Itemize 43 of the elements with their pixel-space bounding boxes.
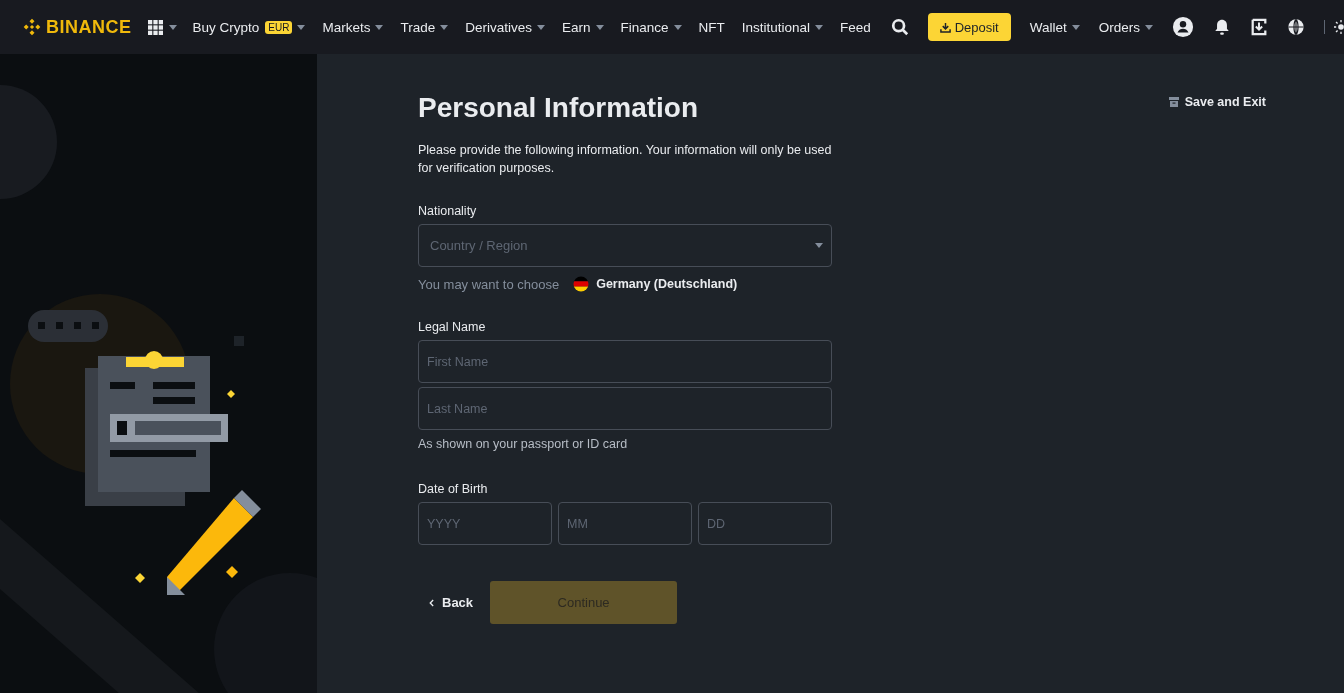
chevron-left-icon <box>429 598 434 607</box>
back-link[interactable]: Back <box>429 595 474 610</box>
page-title: Personal Information <box>418 92 700 124</box>
field-label: Legal Name <box>418 320 487 334</box>
nav-link[interactable]: Derivatives <box>465 19 545 35</box>
suggestion-text: You may want to choose <box>418 276 560 292</box>
nav-link[interactable]: Finance <box>620 19 682 35</box>
archive-box-icon <box>1168 97 1179 107</box>
deposit-button[interactable]: Deposit <box>927 13 1011 41</box>
caret-icon <box>168 24 177 30</box>
hint-text: As shown on your passport or ID card <box>418 437 629 451</box>
globe-icon[interactable] <box>1287 18 1305 36</box>
intro-text: Please provide the following information. Your information will only be used for verification purposes. <box>418 142 832 177</box>
download-box-icon[interactable] <box>1250 18 1268 36</box>
flag-icon <box>573 276 590 292</box>
account-menu[interactable]: Wallet <box>1029 19 1080 35</box>
bell-icon[interactable] <box>1213 18 1231 36</box>
field-label: Date of Birth <box>418 482 489 496</box>
nav-link[interactable]: Trade <box>400 19 449 35</box>
user-icon[interactable] <box>1172 16 1194 38</box>
country-suggestion[interactable]: Germany (Deutschland) <box>573 276 738 292</box>
nav-link[interactable]: Institutional <box>741 19 824 35</box>
nav-link[interactable]: Earn <box>562 19 604 35</box>
date-input[interactable]: DD <box>698 502 832 545</box>
name-input[interactable]: First Name <box>418 340 832 383</box>
download-icon <box>939 21 951 33</box>
account-menu[interactable]: Orders <box>1098 19 1153 35</box>
apps-menu-button[interactable] <box>147 19 177 35</box>
diamond-logo-icon <box>22 17 42 37</box>
logo-text: BINANCE <box>46 16 132 38</box>
nav-link[interactable]: Buy Crypto EUR <box>192 19 306 35</box>
date-input[interactable]: YYYY <box>418 502 552 545</box>
sun-icon[interactable] <box>1334 20 1344 34</box>
date-input[interactable]: MM <box>558 502 692 545</box>
caret-icon <box>815 243 823 248</box>
nav-link[interactable]: Markets <box>322 19 384 35</box>
nav-link[interactable]: Feed <box>840 19 871 35</box>
field-label: Nationality <box>418 204 478 218</box>
nav-link[interactable]: NFT <box>698 19 725 35</box>
save-and-exit-link[interactable]: Save and Exit <box>1168 95 1266 109</box>
name-input[interactable]: Last Name <box>418 387 832 430</box>
search-icon[interactable] <box>890 18 909 36</box>
logo[interactable]: BINANCE <box>22 16 132 38</box>
